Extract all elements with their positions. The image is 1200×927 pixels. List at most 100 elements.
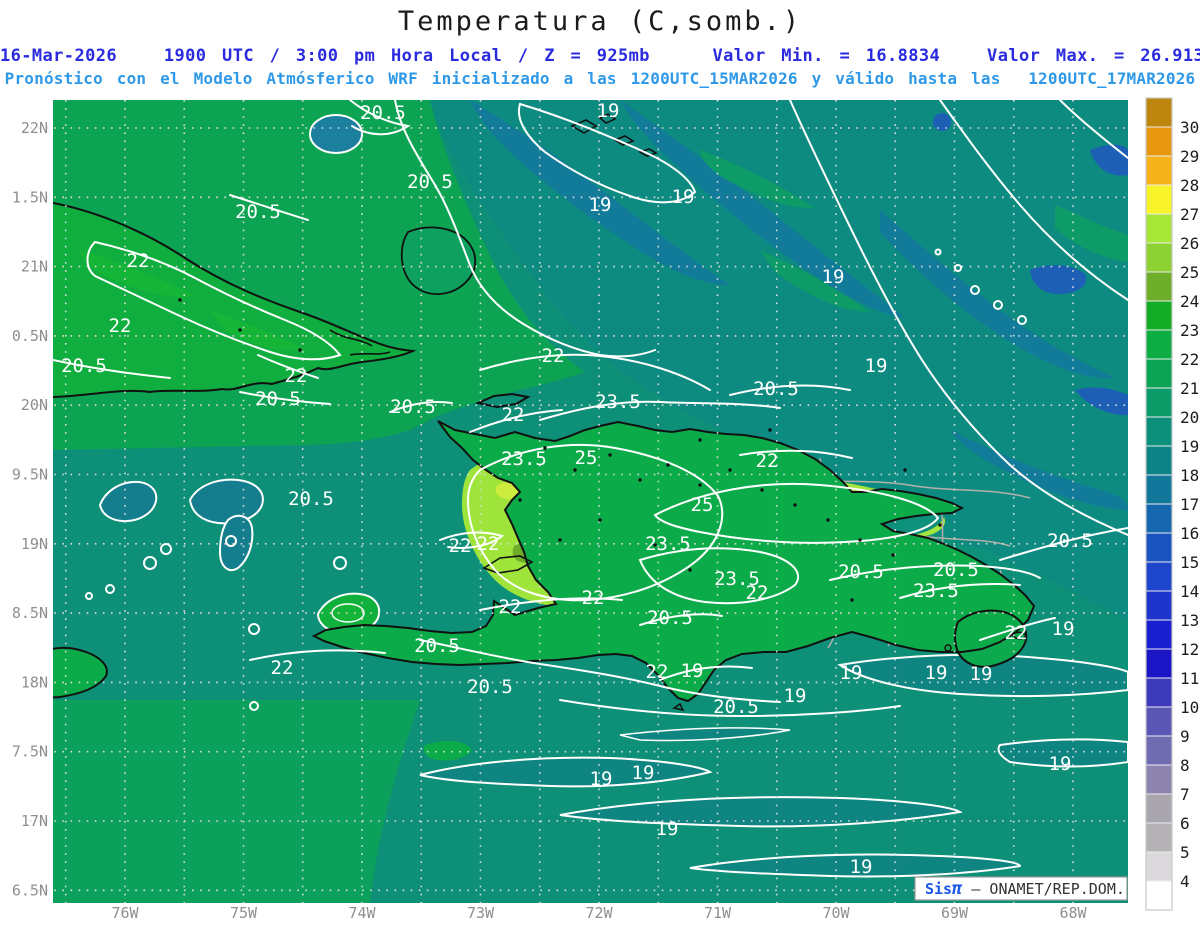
y-axis-label: 20N (21, 396, 48, 414)
contour-label: 19 (784, 685, 807, 707)
colorbar-label: 24 (1180, 292, 1199, 311)
contour-label: 22 (499, 596, 522, 618)
contour-label: 19 (681, 660, 704, 682)
contour-label: 19 (970, 663, 993, 685)
y-axis-label: 21N (21, 258, 48, 276)
contour-label: 19 (865, 355, 888, 377)
colorbar-cell (1145, 242, 1173, 273)
y-axis-label: 1.5N (12, 188, 48, 206)
contour-label: 19 (1049, 753, 1072, 775)
colorbar-cell (1145, 184, 1173, 215)
y-axis-label: 9.5N (12, 466, 48, 484)
contour-label: 19 (840, 662, 863, 684)
contour-label: 22 (449, 535, 472, 557)
contour-label: 22 (746, 582, 769, 604)
colorbar-cell (1145, 561, 1173, 592)
weather-map-page: Temperatura (C,somb.) 16-Mar-2026 1900 U… (0, 0, 1200, 927)
colorbar-label: 16 (1180, 524, 1199, 543)
branding-text: – ONAMET/REP.DOM. (962, 880, 1125, 898)
colorbar-label: 8 (1180, 756, 1190, 775)
contour-label: 19 (925, 662, 948, 684)
colorbar-label: 12 (1180, 640, 1199, 659)
x-axis-label: 70W (822, 904, 850, 922)
colorbar-cell (1145, 271, 1173, 302)
contour-label: 20.5 (647, 607, 693, 629)
contour-label: 23.5 (645, 533, 691, 555)
colorbar-cell (1145, 358, 1173, 389)
contour-label: 20.5 (235, 201, 281, 223)
colorbar-cell (1145, 532, 1173, 563)
colorbar-cell (1145, 329, 1173, 360)
y-axis-label: 19N (21, 535, 48, 553)
colorbar-cell (1145, 445, 1173, 476)
contour-label: 20.5 (390, 396, 436, 418)
x-axis-label: 68W (1059, 904, 1087, 922)
colorbar-label: 19 (1180, 437, 1199, 456)
branding-box: Sisπ – ONAMET/REP.DOM. (914, 876, 1128, 901)
colorbar-cell (1145, 822, 1173, 853)
colorbar-label: 15 (1180, 553, 1199, 572)
colorbar-label: 27 (1180, 205, 1199, 224)
contour-label: 25 (691, 494, 714, 516)
colorbar-cell (1145, 619, 1173, 650)
x-axis-label: 71W (704, 904, 732, 922)
contour-label: 19 (672, 186, 695, 208)
contour-label: 19 (590, 768, 613, 790)
contour-label: 20.5 (61, 355, 107, 377)
x-axis-label: 69W (941, 904, 969, 922)
y-axis-label: 17N (21, 812, 48, 830)
contour-label: 20.5 (933, 559, 979, 581)
colorbar-cell (1145, 735, 1173, 766)
colorbar-label: 14 (1180, 582, 1199, 601)
x-axis-label: 74W (348, 904, 376, 922)
valid-time-line: 16-Mar-2026 1900 UTC / 3:00 pm Hora Loca… (0, 46, 1200, 66)
colorbar: 30 29 28 27 26 25 24 23 22 21 20 19 18 17 16 15 14 13 12 11… (1145, 97, 1199, 911)
colorbar-cell (1145, 677, 1173, 708)
contour-label: 20.5 (467, 676, 513, 698)
colorbar-label: 25 (1180, 263, 1199, 282)
colorbar-cell (1145, 648, 1173, 679)
page-title: Temperatura (C,somb.) (397, 6, 803, 37)
contour-label: 22 (542, 345, 565, 367)
colorbar-cell (1145, 416, 1173, 447)
contour-label: 20.5 (414, 635, 460, 657)
y-axis-label: 7.5N (12, 743, 48, 761)
colorbar-cell (1145, 503, 1173, 534)
x-axis-label: 76W (111, 904, 139, 922)
colorbar-cell (1145, 97, 1173, 128)
colorbar-label: 10 (1180, 698, 1199, 717)
contour-label: 23.5 (913, 580, 959, 602)
contour-label: 22 (582, 587, 605, 609)
contour-label: 20.5 (360, 102, 406, 124)
x-axis-label: 72W (585, 904, 613, 922)
contour-label: 22 (502, 404, 525, 426)
colorbar-cell (1145, 474, 1173, 505)
colorbar-cell (1145, 213, 1173, 244)
contour-label: 19 (656, 818, 679, 840)
y-axis-label: 18N (21, 673, 48, 691)
contour-label: 23.5 (595, 391, 641, 413)
contour-label: 20.5 (713, 696, 759, 718)
contour-label: 19 (632, 762, 655, 784)
contour-label: 20.5 (838, 561, 884, 583)
colorbar-cell (1145, 793, 1173, 824)
colorbar-cell (1145, 387, 1173, 418)
branding-sis: Sis (925, 880, 952, 898)
contour-label: 19 (850, 856, 873, 878)
colorbar-label: 22 (1180, 350, 1199, 369)
x-axis-label: 75W (230, 904, 258, 922)
contour-label: 19 (822, 266, 845, 288)
contour-label: 19 (1052, 618, 1075, 640)
colorbar-cell (1145, 851, 1173, 882)
contour-label: 19 (589, 194, 612, 216)
contour-label: 20.5 (1047, 530, 1093, 552)
y-axis-label: 6.5N (12, 881, 48, 899)
contour-label: 20.5 (753, 378, 799, 400)
colorbar-cell (1145, 126, 1173, 157)
contour-label: 19 (597, 100, 620, 122)
colorbar-label: 5 (1180, 843, 1190, 862)
colorbar-label: 4 (1180, 872, 1190, 891)
colorbar-label: 26 (1180, 234, 1199, 253)
y-axis-label: 0.5N (12, 327, 48, 345)
colorbar-cell (1145, 880, 1173, 911)
